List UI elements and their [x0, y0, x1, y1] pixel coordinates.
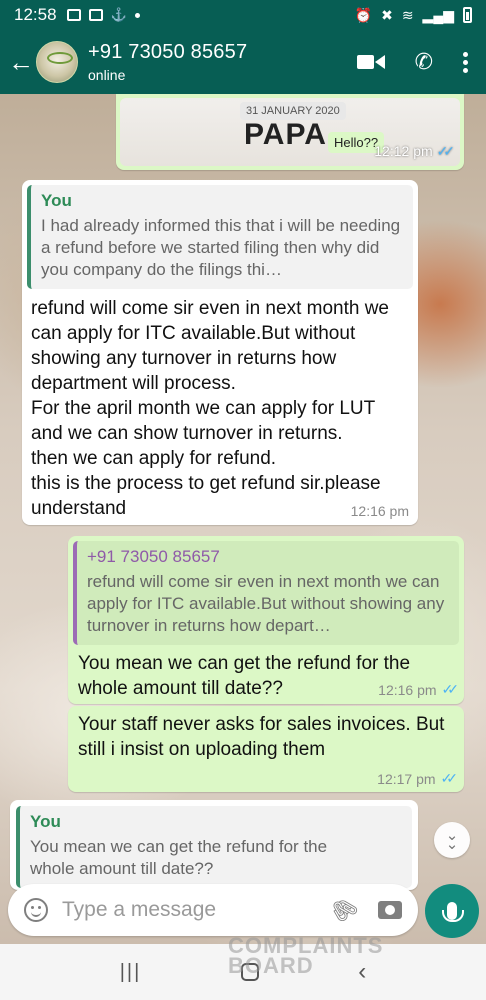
message-time: 12:16 pm — [378, 681, 437, 698]
read-receipt-icon: ✓✓ — [441, 681, 460, 697]
header-actions: ✆ — [356, 49, 486, 75]
quoted-text: refund will come sir even in next month … — [87, 572, 445, 635]
video-call-icon[interactable] — [356, 53, 385, 71]
quoted-message[interactable]: You You mean we can get the refund for t… — [16, 806, 412, 888]
message-input-box: Type a message 🖇 — [8, 884, 418, 936]
chevron-down-icon: ⌄ ⌄ — [445, 827, 459, 853]
attachment-icon[interactable]: 🖇 — [325, 891, 363, 929]
message-meta: 12:17 pm ✓✓ — [78, 770, 458, 787]
microphone-icon — [442, 902, 464, 922]
gallery-icon — [66, 9, 81, 21]
quoted-message[interactable]: You I had already informed this that i w… — [27, 185, 413, 289]
read-receipt-icon: ✓✓ — [440, 770, 459, 786]
notification-icon — [88, 9, 103, 21]
back-arrow-icon[interactable]: ← — [0, 47, 36, 78]
more-notifications-icon — [134, 12, 140, 18]
signal-icon: ▂▄▆ — [422, 6, 454, 23]
status-bar: 12:58 ⚓ ⏰ ✖ ≋ ▂▄▆ — [0, 0, 486, 30]
message-outgoing[interactable]: Your staff never asks for sales invoices… — [68, 706, 464, 792]
image-preview[interactable]: 31 JANUARY 2020 PAPA Hello?? 12:12 pm ✓✓ — [120, 98, 460, 166]
wifi-icon: ≋ — [401, 6, 414, 23]
voice-message-button[interactable] — [425, 884, 479, 938]
quoted-message[interactable]: +91 73050 85657 refund will come sir eve… — [73, 541, 459, 645]
message-time: 12:16 pm — [350, 503, 409, 519]
message-text: Your staff never asks for sales invoices… — [78, 714, 445, 760]
tools-icon: ⚓ — [110, 7, 127, 22]
system-icons: ⏰ ✖ ≋ ▂▄▆ — [355, 7, 472, 24]
alarm-icon: ⏰ — [354, 6, 373, 23]
avatar[interactable] — [36, 41, 78, 83]
message-incoming[interactable]: You I had already informed this that i w… — [22, 180, 418, 525]
recent-apps-icon[interactable]: ||| — [120, 961, 142, 984]
mute-icon: ✖ — [381, 6, 393, 23]
battery-icon — [463, 7, 472, 23]
contact-info[interactable]: +91 73050 85657 online — [88, 41, 247, 83]
contact-status: online — [88, 67, 126, 83]
message-outgoing[interactable]: +91 73050 85657 refund will come sir eve… — [68, 536, 464, 704]
quoted-sender: You — [30, 812, 61, 831]
scroll-down-button[interactable]: ⌄ ⌄ — [434, 822, 470, 858]
emoji-icon[interactable] — [24, 898, 48, 922]
message-input[interactable]: Type a message — [62, 898, 330, 922]
status-time: 12:58 — [14, 5, 57, 24]
camera-icon[interactable] — [378, 901, 402, 919]
phone-icon[interactable]: ✆ — [415, 49, 433, 75]
image-text: PAPA — [244, 118, 327, 151]
media-message[interactable]: 31 JANUARY 2020 PAPA Hello?? 12:12 pm ✓✓ — [116, 94, 464, 170]
quoted-sender: You — [41, 191, 72, 210]
quoted-text: You mean we can get the refund for the w… — [30, 837, 328, 878]
more-options-icon[interactable] — [463, 51, 468, 73]
message-text: refund will come sir even in next month … — [31, 298, 389, 519]
watermark: COMPLAINTS BOARD — [228, 933, 384, 978]
notification-icons: ⚓ — [66, 7, 140, 23]
chat-header: ← +91 73050 85657 online ✆ — [0, 30, 486, 94]
message-time: 12:12 pm ✓✓ — [374, 143, 455, 159]
message-incoming[interactable]: You You mean we can get the refund for t… — [10, 800, 418, 890]
quoted-text: I had already informed this that i will … — [41, 216, 401, 279]
contact-name: +91 73050 85657 — [88, 41, 248, 63]
quoted-sender: +91 73050 85657 — [87, 547, 220, 566]
message-time: 12:17 pm — [377, 770, 436, 787]
